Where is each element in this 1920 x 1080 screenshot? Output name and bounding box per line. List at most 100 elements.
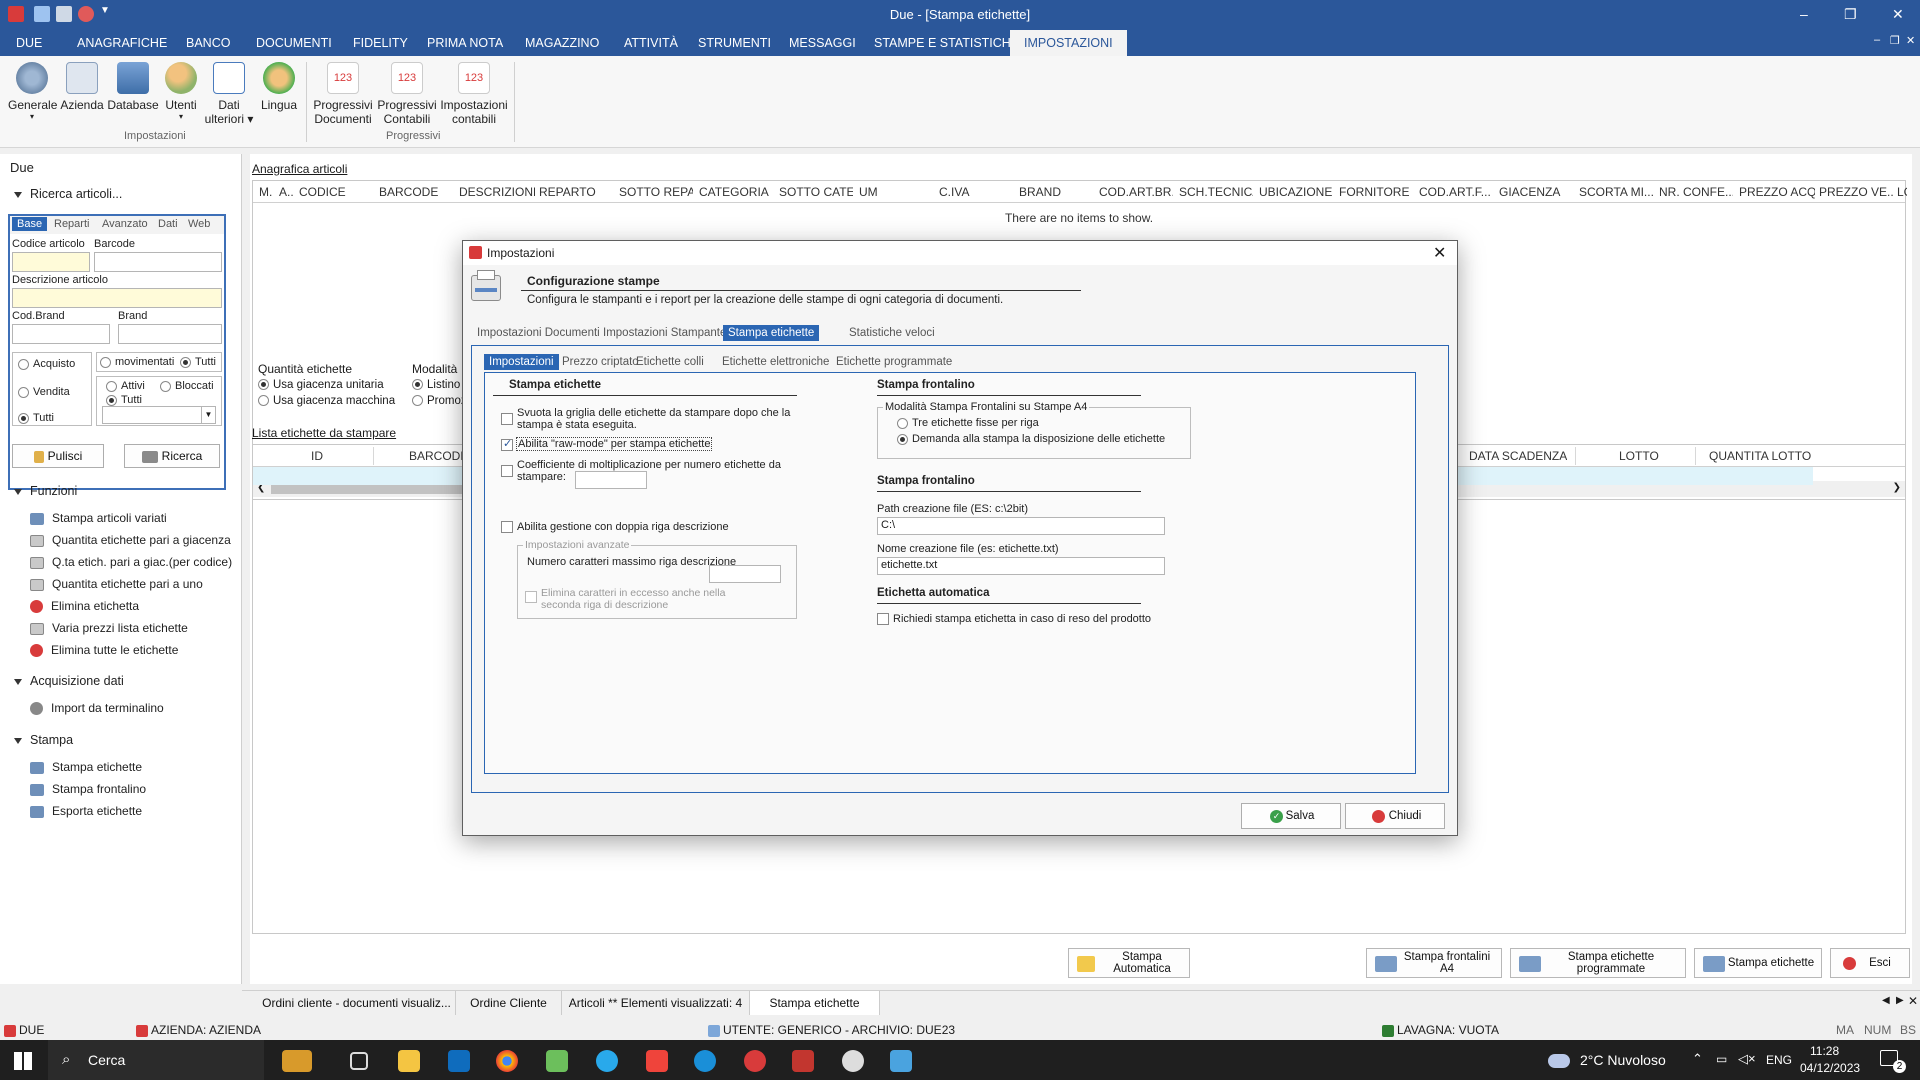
- ribbon-lingua-button[interactable]: Lingua: [258, 62, 300, 112]
- modalita-opt-tre[interactable]: Tre etichette fisse per riga: [897, 417, 1039, 429]
- col-lc[interactable]: LC: [1897, 185, 1907, 199]
- doppia-riga-checkbox[interactable]: [501, 521, 513, 533]
- coeff-input[interactable]: [575, 471, 647, 489]
- col-um[interactable]: UM: [859, 185, 933, 199]
- menu-documenti[interactable]: DOCUMENTI: [256, 36, 332, 50]
- funzione-qta-giacenza[interactable]: Quantita etichette pari a giacenza: [30, 533, 231, 547]
- language-indicator[interactable]: ENG: [1766, 1053, 1792, 1067]
- search-section-header[interactable]: Ricerca articoli...: [14, 187, 122, 201]
- tab-avanzato[interactable]: Avanzato: [102, 218, 148, 230]
- ribbon-impostazioni-contabili-button[interactable]: 123 Impostazioni contabili: [438, 62, 510, 126]
- col-prezzo-vendita[interactable]: PREZZO VE...: [1819, 185, 1893, 199]
- dialog-close-icon[interactable]: ✕: [1433, 243, 1446, 263]
- funzione-stampa-variati[interactable]: Stampa articoli variati: [30, 511, 167, 525]
- col-sotto-categoria[interactable]: SOTTO CATE...: [779, 185, 853, 199]
- lista-col-lotto[interactable]: LOTTO: [1619, 449, 1659, 463]
- codbrand-input[interactable]: [12, 324, 110, 344]
- radio-tutti-type[interactable]: Tutti: [18, 412, 54, 424]
- qty-opt-unitaria[interactable]: Usa giacenza unitaria: [258, 379, 384, 391]
- pulisci-button[interactable]: Pulisci: [12, 444, 104, 468]
- col-nr-confezioni[interactable]: NR. CONFE...: [1659, 185, 1733, 199]
- menu-prima-nota[interactable]: PRIMA NOTA: [427, 36, 503, 50]
- col-scorta-minima[interactable]: SCORTA MI...: [1579, 185, 1653, 199]
- file-explorer-icon[interactable]: [398, 1050, 420, 1072]
- radio-vendita[interactable]: Vendita: [18, 386, 70, 398]
- clock-date[interactable]: 04/12/2023: [1800, 1061, 1860, 1075]
- ribbon-database-button[interactable]: Database: [106, 62, 160, 112]
- menu-due[interactable]: DUE: [16, 36, 42, 50]
- wifi-app-icon[interactable]: [694, 1050, 716, 1072]
- tab-statistiche-veloci[interactable]: Statistiche veloci: [849, 327, 935, 339]
- col-civa[interactable]: C.IVA: [939, 185, 1013, 199]
- radio-acquisto[interactable]: Acquisto: [18, 358, 75, 370]
- col-reparto[interactable]: REPARTO: [539, 185, 613, 199]
- menu-fidelity[interactable]: FIDELITY: [353, 36, 408, 50]
- funzione-elimina-etichetta[interactable]: Elimina etichetta: [30, 599, 139, 614]
- task-view-icon[interactable]: [350, 1052, 368, 1070]
- briefcase-icon[interactable]: [282, 1050, 312, 1072]
- support-app-icon[interactable]: [792, 1050, 814, 1072]
- doctab-ordine-cliente[interactable]: Ordine Cliente: [456, 991, 562, 1015]
- remote-desktop-icon[interactable]: [890, 1050, 912, 1072]
- radio-tutti-state[interactable]: Tutti: [106, 394, 142, 406]
- state-dropdown[interactable]: ▼: [102, 406, 216, 424]
- ribbon-azienda-button[interactable]: Azienda: [60, 62, 104, 112]
- due-app-icon[interactable]: [744, 1050, 766, 1072]
- tab-impostazioni-documenti[interactable]: Impostazioni Documenti: [477, 327, 600, 339]
- subtab-etichette-colli[interactable]: Etichette colli: [636, 356, 704, 368]
- settings-gear-icon[interactable]: [842, 1050, 864, 1072]
- tab-dati[interactable]: Dati: [158, 218, 178, 230]
- funzione-qta-giac-codice[interactable]: Q.ta etich. pari a giac.(per codice): [30, 555, 232, 569]
- coeff-checkbox[interactable]: [501, 465, 513, 477]
- esporta-etichette-link[interactable]: Esporta etichette: [30, 804, 142, 818]
- col-cod-art-brand[interactable]: COD.ART.BR...: [1099, 185, 1173, 199]
- import-terminalino[interactable]: Import da terminalino: [30, 701, 164, 716]
- menu-messaggi[interactable]: MESSAGGI: [789, 36, 856, 50]
- taskbar-search[interactable]: ⌕ Cerca: [48, 1040, 264, 1080]
- stampa-programmate-button[interactable]: Stampa etichette programmate: [1510, 948, 1686, 978]
- col-sch-tecnica[interactable]: SCH.TECNICA: [1179, 185, 1253, 199]
- col-sotto-reparto[interactable]: SOTTO REPA...: [619, 185, 693, 199]
- codice-input[interactable]: [12, 252, 90, 272]
- col-cod-art-fornitore[interactable]: COD.ART.F...: [1419, 185, 1493, 199]
- col-prezzo-acq[interactable]: PREZZO ACQ.: [1739, 185, 1815, 199]
- raw-mode-checkbox[interactable]: [501, 437, 513, 451]
- menu-magazzino[interactable]: MAGAZZINO: [525, 36, 599, 50]
- chiudi-button[interactable]: Chiudi: [1345, 803, 1445, 829]
- outlook-icon[interactable]: [448, 1050, 470, 1072]
- radio-movimentati[interactable]: movimentati: [100, 356, 174, 368]
- subtab-etichette-programmate[interactable]: Etichette programmate: [836, 356, 952, 368]
- esci-button[interactable]: Esci: [1830, 948, 1910, 978]
- weather-cloud-icon[interactable]: [1548, 1054, 1570, 1068]
- col-giacenza[interactable]: GIACENZA: [1499, 185, 1573, 199]
- tab-web[interactable]: Web: [188, 218, 210, 230]
- radio-tutti-mov[interactable]: Tutti: [180, 356, 216, 368]
- ribbon-progressivi-documenti-button[interactable]: 123 Progressivi Documenti: [310, 62, 376, 126]
- minimize-icon[interactable]: –: [1800, 6, 1808, 22]
- col-codice[interactable]: CODICE: [299, 185, 373, 199]
- radio-bloccati[interactable]: Bloccati: [160, 380, 214, 392]
- col-categoria[interactable]: CATEGORIA: [699, 185, 773, 199]
- lista-col-id[interactable]: ID: [311, 449, 323, 463]
- barcode-input[interactable]: [94, 252, 222, 272]
- tabs-next-icon[interactable]: ▶: [1896, 995, 1904, 1006]
- subtab-prezzo-criptato[interactable]: Prezzo criptato: [562, 356, 639, 368]
- child-restore-icon[interactable]: ❐: [1890, 34, 1900, 47]
- svuota-checkbox[interactable]: [501, 413, 513, 425]
- notepad-icon[interactable]: [546, 1050, 568, 1072]
- child-close-icon[interactable]: ✕: [1906, 34, 1915, 47]
- acquisizione-header[interactable]: Acquisizione dati: [14, 674, 124, 688]
- menu-strumenti[interactable]: STRUMENTI: [698, 36, 771, 50]
- brand-input[interactable]: [118, 324, 222, 344]
- windows-start-icon[interactable]: [14, 1052, 32, 1070]
- funzione-elimina-tutte[interactable]: Elimina tutte le etichette: [30, 643, 178, 658]
- descrizione-input[interactable]: [12, 288, 222, 308]
- lista-col-data-scadenza[interactable]: DATA SCADENZA: [1469, 449, 1567, 463]
- menu-impostazioni[interactable]: IMPOSTAZIONI: [1010, 30, 1127, 56]
- path-input[interactable]: C:\: [877, 517, 1165, 535]
- lista-col-quantita-lotto[interactable]: QUANTITA LOTTO: [1709, 449, 1811, 463]
- stampa-etichette-link[interactable]: Stampa etichette: [30, 760, 142, 774]
- menu-attivita[interactable]: ATTIVITÀ: [624, 36, 678, 50]
- name-input[interactable]: etichette.txt: [877, 557, 1165, 575]
- child-minimize-icon[interactable]: –: [1874, 34, 1880, 46]
